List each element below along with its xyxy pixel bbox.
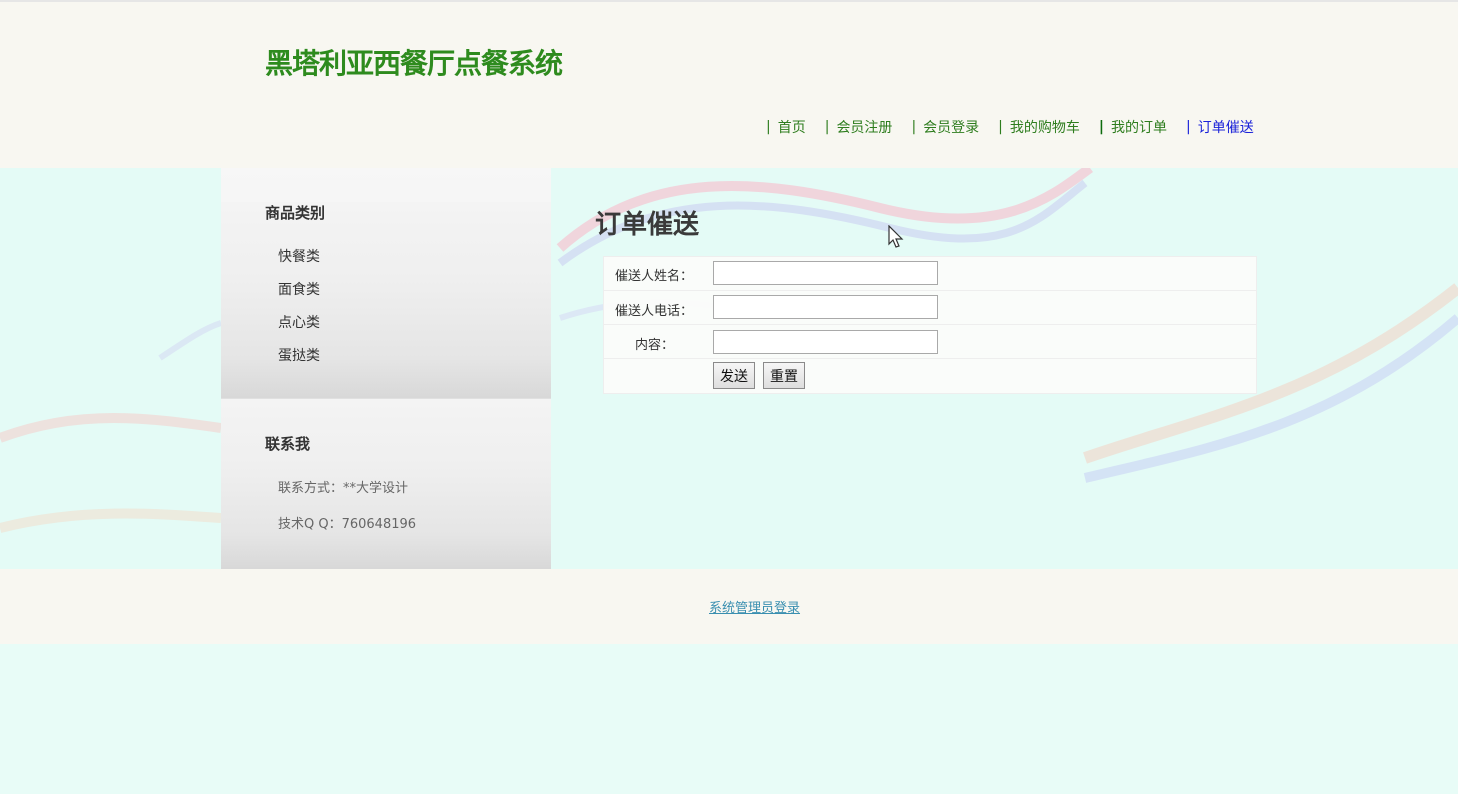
reset-button[interactable]: 重置	[763, 362, 805, 389]
nav-label: 订单催送	[1197, 120, 1254, 136]
site-header: 黑塔利亚西餐厅点餐系统 | 首页 | 会员注册 | 会员登录 | 我的购物车 | 我的订单…	[0, 0, 1458, 168]
admin-login-link[interactable]: 系统管理员登录	[709, 597, 800, 616]
contact-line: 技术Q Q：760648196	[278, 517, 417, 532]
category-item[interactable]: 快餐类	[278, 246, 320, 266]
nav-separator: |	[766, 119, 771, 135]
mouse-cursor-icon	[888, 225, 904, 248]
category-heading: 商品类别	[265, 204, 326, 222]
category-item[interactable]: 面食类	[278, 279, 320, 299]
nav-order-reminder[interactable]: | 订单催送	[1186, 117, 1254, 137]
nav-separator: |	[911, 119, 917, 135]
nav-separator: |	[1186, 119, 1191, 135]
nav-my-orders[interactable]: | 我的订单	[1099, 117, 1167, 137]
nav-label: 我的订单	[1111, 120, 1167, 136]
category-panel: 商品类别 快餐类 面食类 点心类 蛋挞类	[221, 202, 551, 398]
category-item[interactable]: 蛋挞类	[278, 345, 320, 365]
contact-heading: 联系我	[265, 435, 311, 453]
contact-panel: 联系我 联系方式：**大学设计 技术Q Q：760648196	[221, 398, 551, 569]
page-title: 订单催送	[595, 210, 700, 240]
nav-separator: |	[824, 119, 830, 135]
site-footer: 系统管理员登录	[0, 569, 1458, 644]
nav-label: 会员注册	[836, 120, 893, 136]
nav-my-cart[interactable]: | 我的购物车	[998, 117, 1080, 137]
row-divider	[604, 290, 1256, 291]
nav-separator: |	[1098, 119, 1104, 135]
content-label: 内容：	[635, 338, 675, 353]
sidebar: 商品类别 快餐类 面食类 点心类 蛋挞类 联系我 联系方式：**大学设计 技术Q…	[221, 168, 551, 569]
content-input[interactable]	[713, 330, 938, 354]
reminder-form: 催送人姓名： 催送人电话： 内容： 发送 重置	[603, 256, 1257, 394]
nav-label: 我的购物车	[1009, 120, 1080, 136]
nav-label: 会员登录	[923, 120, 980, 136]
contact-line: 联系方式：**大学设计	[278, 481, 409, 496]
top-nav: | 首页 | 会员注册 | 会员登录 | 我的购物车 | 我的订单 | 订单催送	[766, 116, 1273, 138]
row-divider	[604, 324, 1256, 325]
nav-separator: |	[998, 119, 1003, 135]
category-item[interactable]: 点心类	[278, 312, 320, 332]
phone-input[interactable]	[713, 295, 938, 319]
phone-label: 催送人电话：	[615, 304, 694, 319]
nav-member-register[interactable]: | 会员注册	[825, 117, 893, 137]
send-button[interactable]: 发送	[713, 362, 755, 389]
nav-home[interactable]: | 首页	[766, 117, 806, 137]
nav-member-login[interactable]: | 会员登录	[911, 117, 979, 137]
nav-label: 首页	[777, 120, 806, 136]
name-input[interactable]	[713, 261, 938, 285]
name-label: 催送人姓名：	[615, 269, 694, 284]
row-divider	[604, 358, 1256, 359]
site-title: 黑塔利亚西餐厅点餐系统	[265, 47, 563, 80]
